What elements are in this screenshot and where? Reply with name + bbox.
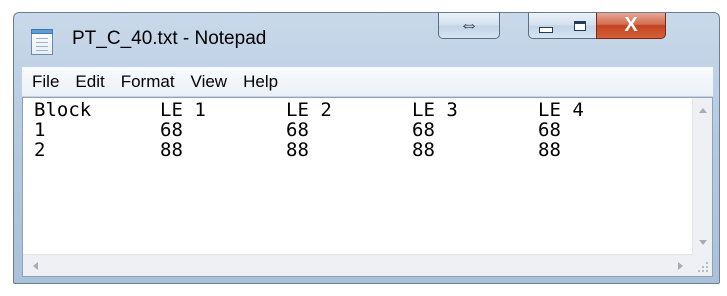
text-cell: 68: [538, 119, 561, 141]
text-cell: 88: [538, 139, 561, 161]
minimize-icon: [539, 26, 553, 33]
text-cell: 68: [160, 119, 183, 141]
notepad-window: PT_C_40.txt - Notepad ⇔ X File Edit Form…: [13, 12, 720, 284]
menu-edit[interactable]: Edit: [67, 72, 112, 92]
menu-view[interactable]: View: [183, 72, 236, 92]
header-cell: LE 2: [286, 99, 332, 121]
text-line: 1 68 68 68 68: [34, 120, 658, 140]
resize-button[interactable]: ⇔: [438, 13, 500, 39]
scroll-left-icon[interactable]: [33, 262, 38, 270]
text-cell: 68: [286, 119, 309, 141]
maximize-icon: [573, 20, 586, 31]
window-title: PT_C_40.txt - Notepad: [72, 28, 267, 49]
text-cell: 1: [34, 119, 46, 141]
text-cell: 88: [160, 139, 183, 161]
vertical-scrollbar[interactable]: [692, 98, 712, 255]
text-line: 2 88 88 88 88: [34, 140, 658, 160]
text-cell: 2: [34, 139, 46, 161]
scroll-up-icon[interactable]: [699, 108, 707, 113]
maximize-button[interactable]: [563, 13, 597, 39]
text-cell: 68: [412, 119, 435, 141]
notepad-document-icon[interactable]: [31, 29, 53, 55]
menu-format[interactable]: Format: [113, 72, 183, 92]
horizontal-scrollbar[interactable]: [23, 254, 693, 276]
scroll-down-icon[interactable]: [699, 240, 707, 245]
header-cell: LE 4: [538, 99, 584, 121]
text-editor[interactable]: Block LE 1 LE 2 LE 3 LE 4 1 68 68 68 68 …: [23, 98, 693, 255]
header-cell: LE 1: [160, 99, 206, 121]
text-cell: 88: [412, 139, 435, 161]
menu-bar: File Edit Format View Help: [22, 67, 713, 97]
close-icon: X: [624, 14, 638, 36]
menu-file[interactable]: File: [22, 72, 67, 92]
title-bar[interactable]: PT_C_40.txt - Notepad ⇔ X: [14, 13, 719, 67]
close-button[interactable]: X: [596, 13, 666, 39]
text-cell: 88: [286, 139, 309, 161]
resize-arrows-icon: ⇔: [459, 14, 479, 36]
header-cell: LE 3: [412, 99, 458, 121]
header-cell: Block: [34, 99, 92, 121]
menu-help[interactable]: Help: [235, 72, 286, 92]
document-text: Block LE 1 LE 2 LE 3 LE 4 1 68 68 68 68 …: [34, 100, 658, 160]
text-line-header: Block LE 1 LE 2 LE 3 LE 4: [34, 100, 658, 120]
minimize-button[interactable]: [528, 13, 564, 39]
scroll-right-icon[interactable]: [678, 262, 683, 270]
resize-grip-icon[interactable]: [692, 254, 712, 276]
editor-frame: Block LE 1 LE 2 LE 3 LE 4 1 68 68 68 68 …: [22, 97, 713, 277]
